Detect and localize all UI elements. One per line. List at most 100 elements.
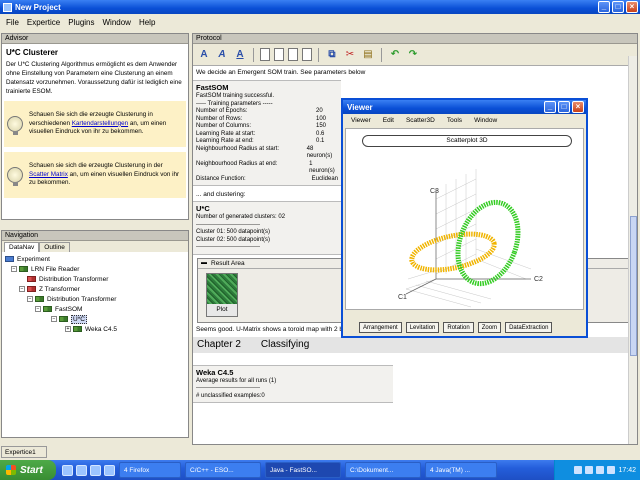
uc-block: U*C Number of generated clusters: 02 ---… [193, 201, 341, 255]
task-java-fastsom[interactable]: Java - FastSO... [265, 462, 341, 478]
close-button[interactable]: × [626, 1, 638, 13]
font-underline-icon[interactable]: A [233, 48, 247, 62]
rotation-button[interactable]: Rotation [443, 322, 474, 333]
quicklaunch-icon[interactable] [76, 464, 87, 476]
scatterplot-3d: C3 C2 C1 [398, 169, 543, 308]
tree-node-weka[interactable]: + Weka C4.5 [5, 324, 185, 334]
tab-datanav[interactable]: DataNav [4, 242, 40, 252]
tab-outline[interactable]: Outline [39, 242, 70, 252]
param-value: 0.1 [316, 138, 325, 144]
font-italic-icon[interactable]: A [215, 48, 229, 62]
undo-icon[interactable]: ↶ [388, 48, 402, 62]
expand-icon[interactable]: + [65, 326, 71, 332]
align-right-icon[interactable] [288, 48, 298, 61]
tree-node-lrn-reader[interactable]: − LRN File Reader [5, 264, 185, 274]
tray-icon[interactable] [607, 466, 616, 474]
tree-node-experiment[interactable]: Experiment [5, 254, 185, 264]
toolbar-separator [381, 47, 382, 62]
axes [405, 189, 531, 295]
quicklaunch-icon[interactable] [90, 464, 101, 476]
tray-icon[interactable] [574, 466, 583, 474]
tree-node-z-transformer[interactable]: − Z Transformer [5, 284, 185, 294]
levitation-button[interactable]: Levitation [405, 322, 440, 333]
quicklaunch-icon[interactable] [62, 464, 73, 476]
collapse-icon[interactable]: − [19, 286, 25, 292]
param-value: 1 neuron(s) [309, 160, 335, 175]
viewer-menu-edit[interactable]: Edit [377, 117, 400, 124]
menu-expertice[interactable]: Expertice [23, 18, 64, 27]
tip1-link[interactable]: Kartendarstellungen [72, 120, 128, 127]
tree-node-distribution-2[interactable]: − Distribution Transformer [5, 294, 185, 304]
tree-node-distribution-1[interactable]: Distribution Transformer [5, 274, 185, 284]
quicklaunch-icon[interactable] [104, 464, 115, 476]
zoom-button[interactable]: Zoom [477, 322, 502, 333]
grid-lines [405, 169, 532, 308]
viewer-menu-viewer[interactable]: Viewer [345, 117, 377, 124]
cut-icon[interactable]: ✂ [343, 48, 357, 62]
font-a-icon[interactable]: A [197, 48, 211, 62]
viewer-maximize-button[interactable]: □ [558, 101, 570, 113]
tray-icon[interactable] [596, 466, 605, 474]
tree-label: Weka C4.5 [85, 325, 118, 333]
viewer-window: Viewer _ □ × Viewer Edit Scatter3D Tools… [341, 98, 588, 338]
viewer-minimize-button[interactable]: _ [544, 101, 556, 113]
tree-node-uc[interactable]: − U*C [5, 314, 185, 324]
plot-thumbnail[interactable]: Plot [206, 272, 238, 317]
node-icon [19, 266, 28, 272]
uc-title: U*C [196, 204, 210, 213]
tree-node-fastsom[interactable]: − FastSOM [5, 304, 185, 314]
param-key: Learning Rate at start: [196, 130, 256, 137]
arrangement-button[interactable]: Arrangement [359, 322, 402, 333]
maximize-button[interactable]: □ [612, 1, 624, 13]
expertice-tab[interactable]: Expertice1 [1, 446, 47, 458]
task-java[interactable]: 4 Java(TM) ... [425, 462, 497, 478]
weka-block: Weka C4.5 Average results for all runs (… [193, 364, 393, 403]
task-firefox[interactable]: 4 Firefox [119, 462, 181, 478]
viewer-menu-window[interactable]: Window [468, 117, 503, 124]
paste-icon[interactable]: ▤ [361, 48, 375, 62]
scrollbar-thumb[interactable] [630, 216, 637, 356]
menu-file[interactable]: File [2, 18, 23, 27]
experiment-icon [5, 256, 14, 262]
fastsom-block: FastSOM FastSOM training successful. ---… [193, 80, 341, 186]
dataextraction-button[interactable]: DataExtraction [505, 322, 553, 333]
weka-line2: -------------------------------- [196, 385, 260, 391]
viewer-close-button[interactable]: × [572, 101, 584, 113]
advisor-panel: Advisor U*C Clusterer Der U*C Clustering… [1, 33, 189, 220]
scatterplot-canvas[interactable]: Scatterplot 3D C3 C2 C1 [345, 128, 584, 310]
copy-icon[interactable]: ⧉ [325, 48, 339, 62]
menu-plugins[interactable]: Plugins [64, 18, 98, 27]
app-icon [3, 2, 12, 12]
viewer-menu-scatter3d[interactable]: Scatter3D [400, 117, 441, 124]
axis-label-c1: C1 [398, 294, 407, 301]
task-eclipse-c[interactable]: C/C++ - ESO... [185, 462, 261, 478]
redo-icon[interactable]: ↷ [406, 48, 420, 62]
task-explorer[interactable]: C:\Dokument... [345, 462, 421, 478]
window-titlebar[interactable]: New Project _ □ × [0, 0, 640, 14]
fastsom-param-row: Number of Epochs: 20 [196, 108, 338, 116]
viewer-menu: Viewer Edit Scatter3D Tools Window [343, 114, 586, 126]
protocol-intro: We decide an Emergent SOM train. See par… [196, 69, 366, 76]
fastsom-param-row: Neighbourhood Radius at start: 48 neuron(… [196, 146, 338, 161]
viewer-title: Viewer [347, 102, 373, 112]
viewer-titlebar[interactable]: Viewer _ □ × [343, 100, 586, 114]
align-left-icon[interactable] [260, 48, 270, 61]
start-button[interactable]: Start [0, 460, 56, 480]
align-center-icon[interactable] [274, 48, 284, 61]
tray-icon[interactable] [585, 466, 594, 474]
toolbar-separator [253, 47, 254, 62]
collapse-icon[interactable]: − [51, 316, 57, 322]
minimize-button[interactable]: _ [598, 1, 610, 13]
tip2-link[interactable]: Scatter Matrix [29, 171, 68, 178]
node-icon [27, 286, 36, 292]
collapse-icon[interactable]: − [11, 266, 17, 272]
protocol-scrollbar[interactable] [628, 56, 637, 444]
align-justify-icon[interactable] [302, 48, 312, 61]
collapse-icon[interactable]: − [35, 306, 41, 312]
viewer-menu-tools[interactable]: Tools [441, 117, 468, 124]
collapse-icon[interactable]: ▬ [201, 260, 207, 266]
menu-window[interactable]: Window [99, 18, 135, 27]
collapse-icon[interactable]: − [27, 296, 33, 302]
param-key: Number of Columns: [196, 123, 252, 129]
menu-help[interactable]: Help [135, 18, 159, 27]
